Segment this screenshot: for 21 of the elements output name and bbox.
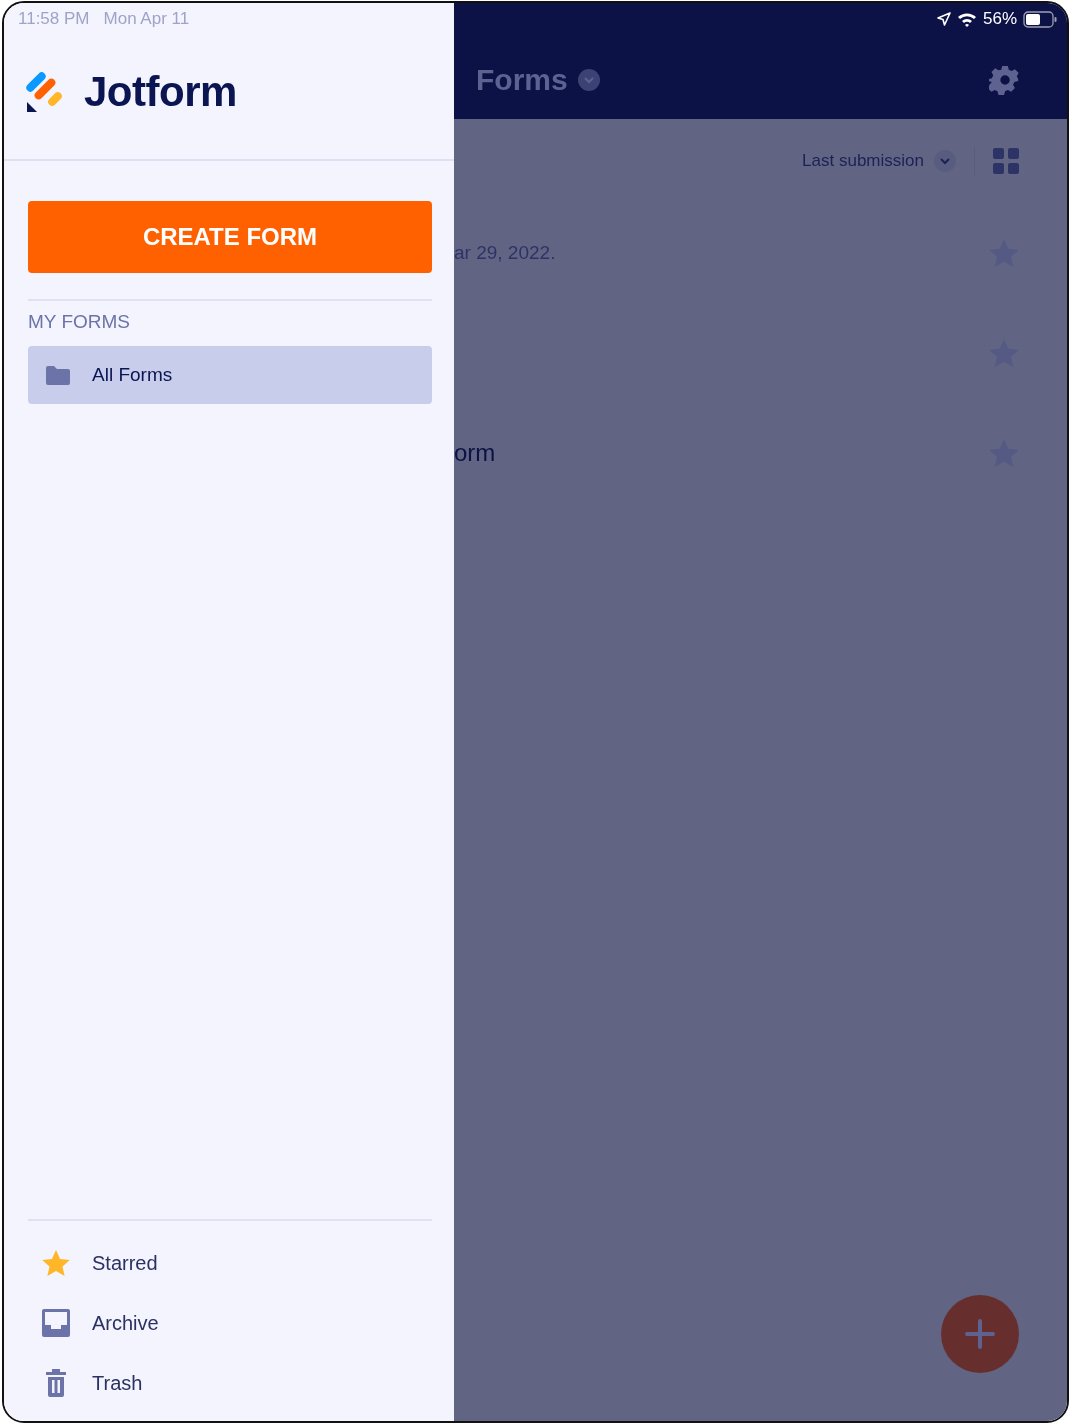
battery-icon xyxy=(1023,10,1057,28)
trash-icon xyxy=(46,1369,66,1397)
logo-text: Jotform xyxy=(84,68,237,116)
grid-view-icon[interactable] xyxy=(993,148,1019,174)
folder-item[interactable]: All Forms xyxy=(28,346,432,404)
status-date: Mon Apr 11 xyxy=(103,9,190,29)
location-icon xyxy=(936,12,951,26)
plus-icon xyxy=(964,1318,996,1350)
battery-percentage: 56% xyxy=(982,9,1017,29)
settings-icon[interactable] xyxy=(989,65,1021,97)
wifi-icon xyxy=(956,11,977,27)
star-icon xyxy=(42,1249,70,1277)
inbox-icon xyxy=(42,1309,70,1337)
section-label: MY FORMS xyxy=(28,311,132,333)
drawer-link[interactable]: Starred xyxy=(28,1233,432,1293)
status-time: 11:58 PM xyxy=(18,9,90,29)
chevron-down-icon[interactable] xyxy=(577,69,600,91)
drawer-link[interactable]: Archive xyxy=(28,1293,432,1353)
folder-icon xyxy=(46,365,70,385)
drawer-link[interactable]: Trash xyxy=(28,1353,432,1413)
chevron-down-icon[interactable] xyxy=(934,150,956,172)
